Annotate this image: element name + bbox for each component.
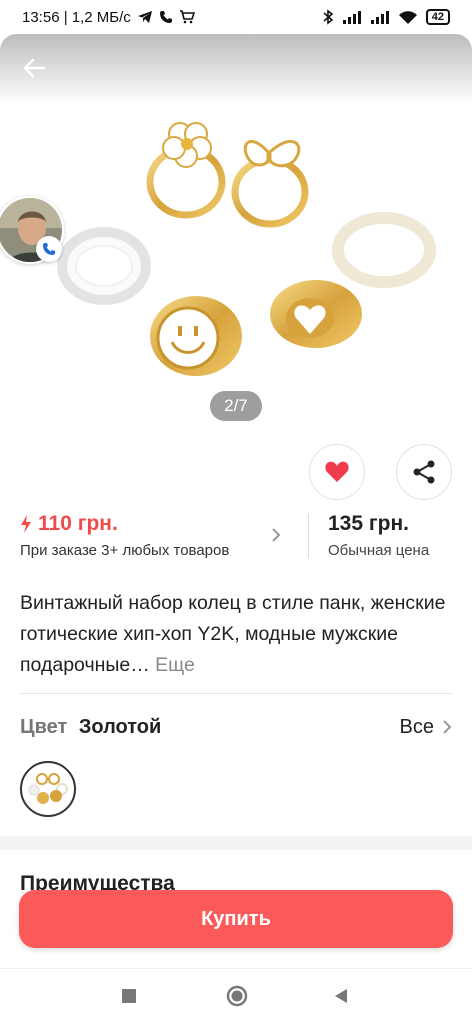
share-button[interactable] — [396, 444, 452, 500]
status-bar: 13:56 | 1,2 МБ/с 42 — [0, 0, 472, 34]
circle-icon — [226, 985, 248, 1007]
color-all-label: Все — [399, 715, 434, 738]
gallery-header-shade — [0, 34, 472, 104]
color-label: Цвет — [20, 715, 68, 738]
triangle-back-icon — [335, 989, 347, 1003]
square-icon — [122, 989, 136, 1003]
chevron-right-icon[interactable] — [270, 526, 282, 544]
white-twisted-ring — [57, 227, 151, 305]
color-swatch-gold[interactable] — [20, 761, 76, 817]
phone-call-icon — [43, 243, 55, 255]
promo-price: 110 грн. — [20, 512, 118, 536]
phone-icon — [159, 11, 172, 23]
product-gallery[interactable]: 2/7 — [0, 34, 472, 440]
cream-ring — [332, 212, 436, 288]
signal-icon-2 — [370, 11, 389, 24]
regular-price-label: Обычная цена — [328, 542, 430, 559]
show-more-link[interactable]: Еще — [155, 654, 195, 676]
color-selector-row[interactable]: Цвет Золотой Все — [20, 712, 452, 742]
chevron-right-icon — [443, 720, 452, 734]
color-all-link[interactable]: Все — [400, 716, 452, 739]
smiley-ring — [150, 296, 242, 376]
promo-price-value: 110 грн. — [38, 512, 118, 535]
share-icon — [413, 460, 435, 484]
system-nav-bar — [0, 968, 472, 1024]
product-title-text: Винтажный набор колец в стиле панк, женс… — [20, 592, 446, 676]
price-divider — [308, 514, 309, 558]
buy-button[interactable]: Купить — [19, 890, 453, 948]
lightning-icon — [21, 515, 31, 533]
price-section[interactable]: 110 грн. При заказе 3+ любых товаров 135… — [0, 510, 472, 566]
bluetooth-icon — [323, 9, 334, 25]
product-title[interactable]: Винтажный набор колец в стиле панк, женс… — [20, 588, 450, 681]
cart-status-icon — [179, 10, 195, 24]
promo-condition: При заказе 3+ любых товаров — [20, 542, 230, 559]
image-counter: 2/7 — [210, 391, 262, 421]
butterfly-ring — [243, 139, 301, 168]
flower-ring — [162, 122, 212, 168]
regular-price: 135 грн. — [328, 512, 409, 535]
battery-indicator: 42 — [425, 9, 450, 25]
favorite-button[interactable] — [309, 444, 365, 500]
signal-icon — [342, 11, 361, 24]
back-button[interactable] — [20, 54, 48, 82]
back-nav-button[interactable] — [334, 988, 348, 1009]
divider — [20, 693, 452, 694]
recent-apps-button[interactable] — [122, 989, 136, 1008]
heart-icon — [325, 461, 349, 482]
section-separator — [0, 836, 472, 850]
video-call-badge[interactable] — [36, 236, 62, 262]
wifi-icon — [398, 11, 417, 24]
status-time: 13:56 | 1,2 МБ/с — [22, 8, 131, 26]
color-value: Золотой — [78, 715, 162, 738]
arrow-left-icon — [23, 58, 45, 78]
heart-ring — [270, 280, 362, 348]
telegram-icon — [137, 11, 152, 23]
home-button[interactable] — [226, 985, 248, 1012]
